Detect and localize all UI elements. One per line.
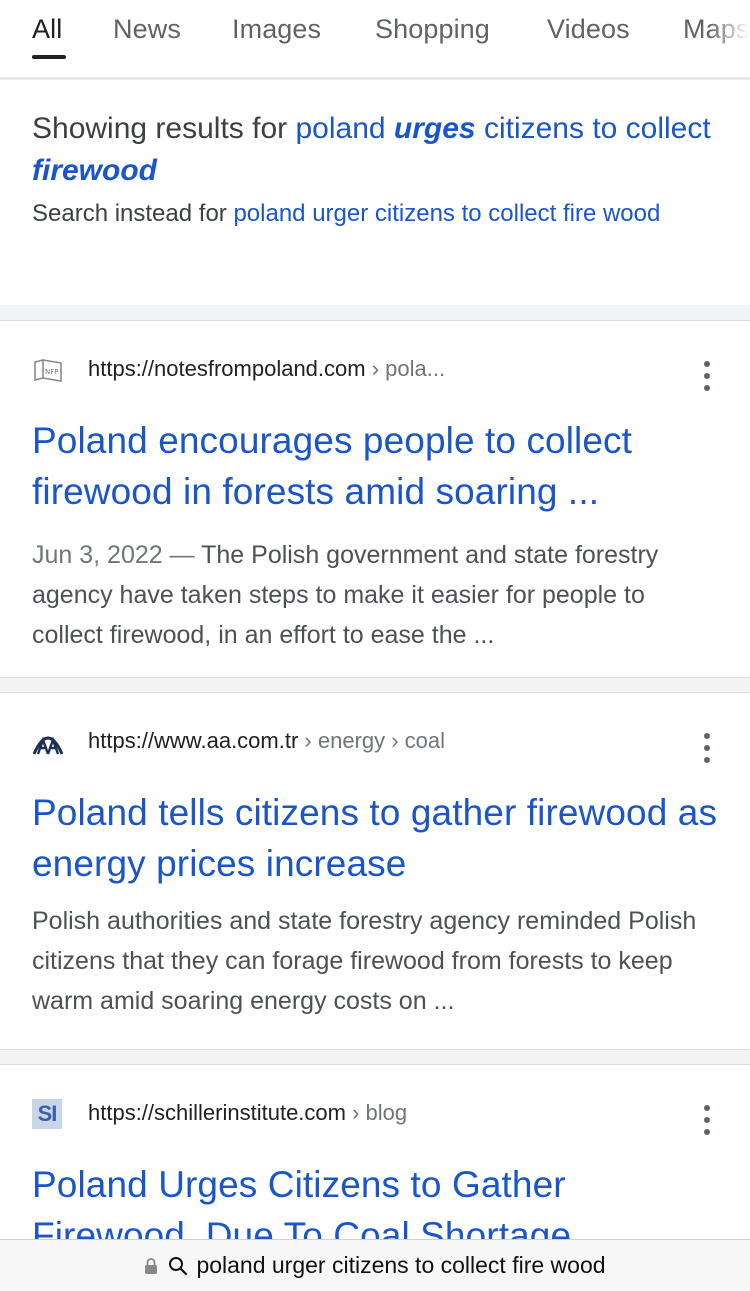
address-bar-query: poland urger citizens to collect fire wo… bbox=[196, 1252, 606, 1278]
si-logo-icon: SI bbox=[32, 1099, 62, 1129]
search-tabs: All News Images Shopping Videos Maps bbox=[0, 0, 750, 78]
result-title-link[interactable]: Poland encourages people to collect fire… bbox=[32, 415, 722, 517]
active-tab-indicator bbox=[32, 55, 66, 59]
aa-logo-icon bbox=[32, 727, 64, 759]
lock-icon bbox=[144, 1257, 158, 1275]
showing-prefix: Showing results for bbox=[32, 112, 288, 145]
search-instead-prefix: Search instead for bbox=[32, 200, 227, 227]
tab-news[interactable]: News bbox=[113, 14, 181, 45]
original-query-link[interactable]: poland urger citizens to collect fire wo… bbox=[233, 200, 660, 227]
result-url[interactable]: https://notesfrompoland.com › pola... bbox=[88, 356, 445, 382]
search-result: https://www.aa.com.tr › energy › coal Po… bbox=[0, 692, 750, 1050]
tab-videos[interactable]: Videos bbox=[547, 14, 630, 45]
tab-images[interactable]: Images bbox=[232, 14, 321, 45]
result-url[interactable]: https://schillerinstitute.com › blog bbox=[88, 1100, 407, 1126]
more-options-icon[interactable] bbox=[700, 733, 714, 763]
result-snippet: Jun 3, 2022 — The Polish government and … bbox=[32, 541, 659, 649]
result-title-link[interactable]: Poland tells citizens to gather firewood… bbox=[32, 787, 722, 889]
tab-shopping[interactable]: Shopping bbox=[375, 14, 490, 45]
more-options-icon[interactable] bbox=[700, 361, 714, 391]
browser-address-bar[interactable]: poland urger citizens to collect fire wo… bbox=[0, 1239, 750, 1291]
spelling-correction-card: Showing results for poland urges citizen… bbox=[0, 80, 750, 305]
search-results-page: All News Images Shopping Videos Maps Sho… bbox=[0, 0, 750, 1291]
tab-maps[interactable]: Maps bbox=[683, 14, 749, 45]
svg-text:NFP: NFP bbox=[45, 368, 58, 376]
search-icon bbox=[168, 1256, 188, 1276]
result-url[interactable]: https://www.aa.com.tr › energy › coal bbox=[88, 728, 445, 754]
nfp-logo-icon: NFP bbox=[32, 355, 64, 387]
showing-results-for: Showing results for poland urges citizen… bbox=[32, 108, 722, 192]
search-instead-for: Search instead for poland urger citizens… bbox=[32, 194, 692, 234]
tab-all[interactable]: All bbox=[32, 14, 62, 45]
more-options-icon[interactable] bbox=[700, 1105, 714, 1135]
search-result: NFP https://notesfrompoland.com › pola..… bbox=[0, 320, 750, 678]
result-snippet: Polish authorities and state forestry ag… bbox=[32, 907, 697, 1015]
result-date: Jun 3, 2022 bbox=[32, 541, 163, 569]
